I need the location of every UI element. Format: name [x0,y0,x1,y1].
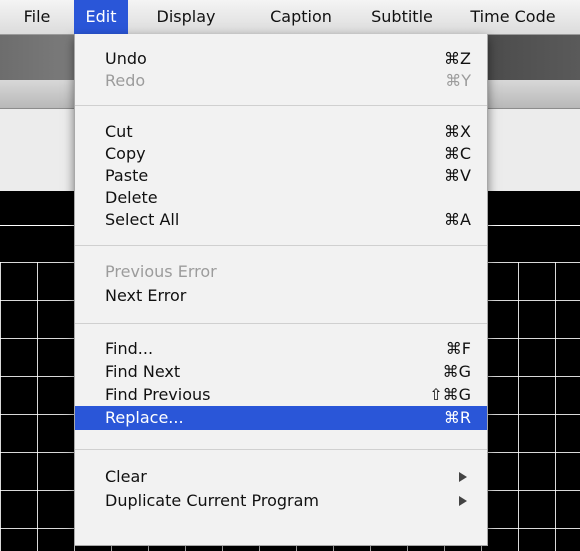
menu-subtitle[interactable]: Subtitle [358,0,446,34]
menu-separator [75,323,487,324]
menu-item-replace[interactable]: Replace... ⌘R [75,406,487,430]
menu-item-duplicate-current-program[interactable]: Duplicate Current Program [75,490,487,512]
menu-item-select-all[interactable]: Select All ⌘A [75,209,487,231]
menu-item-previous-error: Previous Error [105,262,217,281]
menu-item-redo: Redo ⌘Y [105,71,471,90]
menu-display[interactable]: Display [128,0,244,34]
submenu-arrow-icon [459,496,467,506]
edit-menu-dropdown: Undo ⌘Z Redo ⌘Y Cut ⌘X Copy ⌘C Paste ⌘V … [74,34,488,546]
menu-file[interactable]: File [0,0,74,34]
menu-caption[interactable]: Caption [244,0,358,34]
menu-item-next-error[interactable]: Next Error [75,285,487,307]
menu-item-undo[interactable]: Undo ⌘Z [75,48,487,70]
menu-item-paste[interactable]: Paste ⌘V [75,165,487,187]
menu-edit[interactable]: Edit [74,0,128,34]
menu-separator [75,449,487,450]
menu-separator [75,105,487,106]
menu-item-copy[interactable]: Copy ⌘C [75,143,487,165]
menu-item-clear[interactable]: Clear [75,466,487,488]
menu-time-code[interactable]: Time Code [446,0,580,34]
menu-item-find[interactable]: Find... ⌘F [75,338,487,360]
menu-separator [75,245,487,246]
menu-item-find-next[interactable]: Find Next ⌘G [75,361,487,383]
menu-item-cut[interactable]: Cut ⌘X [75,121,487,143]
menu-item-delete[interactable]: Delete [75,187,487,209]
menu-item-find-previous[interactable]: Find Previous ⇧⌘G [75,384,487,406]
submenu-arrow-icon [459,472,467,482]
menu-bar: File Edit Display Caption Subtitle Time … [0,0,580,35]
